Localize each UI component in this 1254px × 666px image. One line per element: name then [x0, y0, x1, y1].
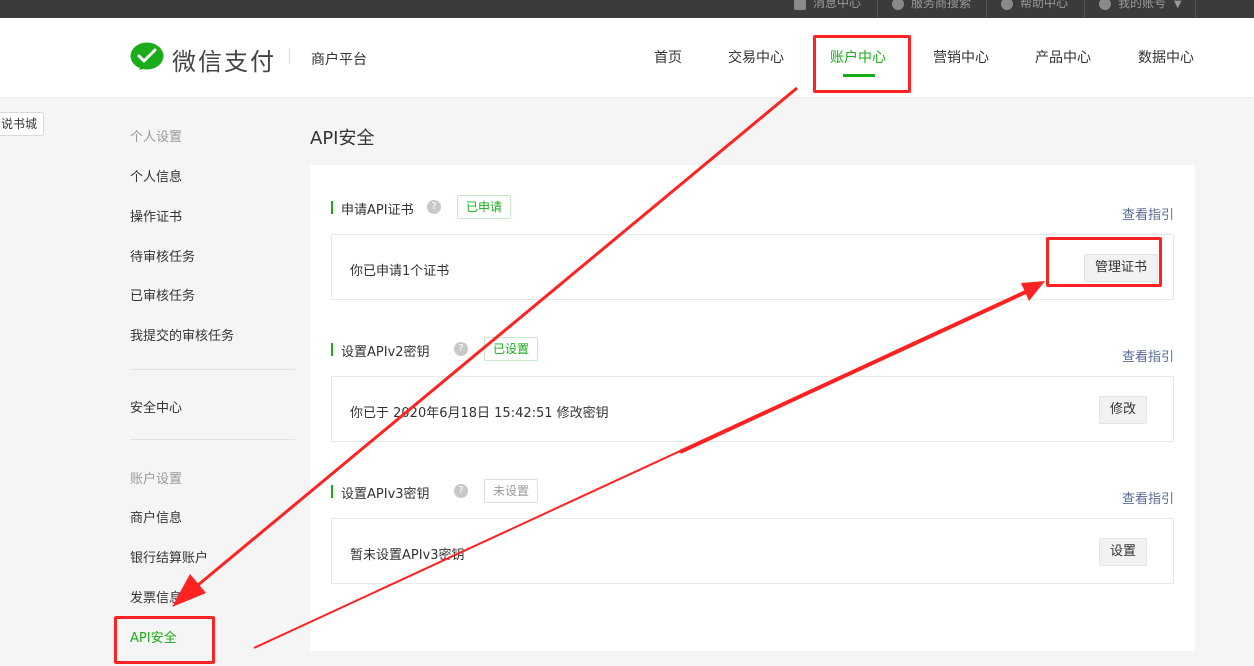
top-bar-divider	[986, 0, 987, 18]
top-bar: 消息中心 服务商搜索 帮助中心 我的账号 ▼	[0, 0, 1254, 18]
set-key-button[interactable]: 设置	[1099, 538, 1148, 566]
apiv2-key-row: 你已于 2020年6月18日 15:42:51 修改密钥 修改	[331, 376, 1174, 442]
page-title: API安全	[310, 128, 375, 149]
api-cert-row-text: 你已申请1个证书	[350, 264, 450, 279]
chevron-down-icon: ▼	[1173, 0, 1182, 10]
highlight-box-api-security	[114, 616, 215, 664]
sidebar-heading-personal: 个人设置	[130, 130, 183, 145]
status-badge: 未设置	[484, 479, 539, 503]
highlight-box-manage-cert	[1046, 237, 1162, 287]
my-account-menu[interactable]: 我的账号 ▼	[1099, 0, 1182, 12]
wechat-pay-logo-icon[interactable]	[130, 42, 164, 74]
highlight-box-account-center	[813, 35, 911, 93]
nav-home[interactable]: 首页	[654, 47, 682, 67]
status-badge: 已申请	[457, 195, 512, 219]
sidebar-item-pending-tasks[interactable]: 待审核任务	[130, 246, 195, 265]
sidebar-item-operation-cert[interactable]: 操作证书	[130, 206, 182, 225]
nav-trade-center[interactable]: 交易中心	[728, 47, 784, 67]
view-guide-link[interactable]: 查看指引	[1122, 488, 1174, 507]
help-icon	[1001, 0, 1013, 10]
section-title-api-cert: 申请API证书	[331, 199, 414, 218]
mail-icon	[794, 0, 806, 10]
sidebar-heading-account: 账户设置	[130, 472, 183, 487]
service-search-link[interactable]: 服务商搜索	[892, 0, 971, 12]
top-bar-divider	[877, 0, 878, 18]
sidebar-item-bank-account[interactable]: 银行结算账户	[130, 547, 208, 566]
message-center-link[interactable]: 消息中心	[794, 0, 861, 12]
sidebar-item-merchant-info[interactable]: 商户信息	[130, 507, 182, 526]
top-bar-divider	[1195, 0, 1196, 18]
sidebar-divider	[130, 439, 295, 440]
brand-name[interactable]: 微信支付	[172, 42, 276, 77]
nav-product-center[interactable]: 产品中心	[1035, 47, 1091, 67]
sidebar-item-my-submitted-tasks[interactable]: 我提交的审核任务	[130, 325, 234, 344]
apiv3-key-row-text: 暂未设置APIv3密钥	[350, 548, 465, 563]
sidebar-item-invoice-info[interactable]: 发票信息	[130, 587, 182, 606]
help-center-link[interactable]: 帮助中心	[1001, 0, 1068, 12]
help-icon[interactable]: ?	[454, 342, 468, 356]
help-icon[interactable]: ?	[427, 200, 441, 214]
help-icon[interactable]: ?	[454, 484, 468, 498]
brand-subtitle: 商户平台	[311, 52, 367, 68]
sidebar-item-reviewed-tasks[interactable]: 已审核任务	[130, 285, 195, 304]
user-icon	[1099, 0, 1111, 10]
modify-key-button[interactable]: 修改	[1099, 396, 1148, 424]
top-bar-divider	[1084, 0, 1085, 18]
sidebar-item-personal-info[interactable]: 个人信息	[130, 166, 182, 185]
section-title-apiv3-key: 设置APIv3密钥	[331, 483, 430, 502]
nav-marketing-center[interactable]: 营销中心	[933, 47, 989, 67]
view-guide-link[interactable]: 查看指引	[1122, 346, 1174, 365]
floating-side-tag[interactable]: 说书城	[0, 112, 45, 136]
apiv3-key-row: 暂未设置APIv3密钥 设置	[331, 518, 1174, 584]
service-icon	[892, 0, 904, 10]
sidebar-divider	[130, 369, 295, 370]
status-badge: 已设置	[484, 337, 539, 361]
brand-divider	[289, 48, 290, 64]
nav-data-center[interactable]: 数据中心	[1138, 47, 1194, 67]
section-title-apiv2-key: 设置APIv2密钥	[331, 341, 430, 360]
sidebar-item-security-center[interactable]: 安全中心	[130, 397, 182, 416]
main-header: 微信支付 商户平台 首页 交易中心 账户中心 营销中心 产品中心 数据中心	[0, 18, 1254, 98]
apiv2-key-row-text: 你已于 2020年6月18日 15:42:51 修改密钥	[350, 406, 609, 421]
view-guide-link[interactable]: 查看指引	[1122, 204, 1174, 223]
